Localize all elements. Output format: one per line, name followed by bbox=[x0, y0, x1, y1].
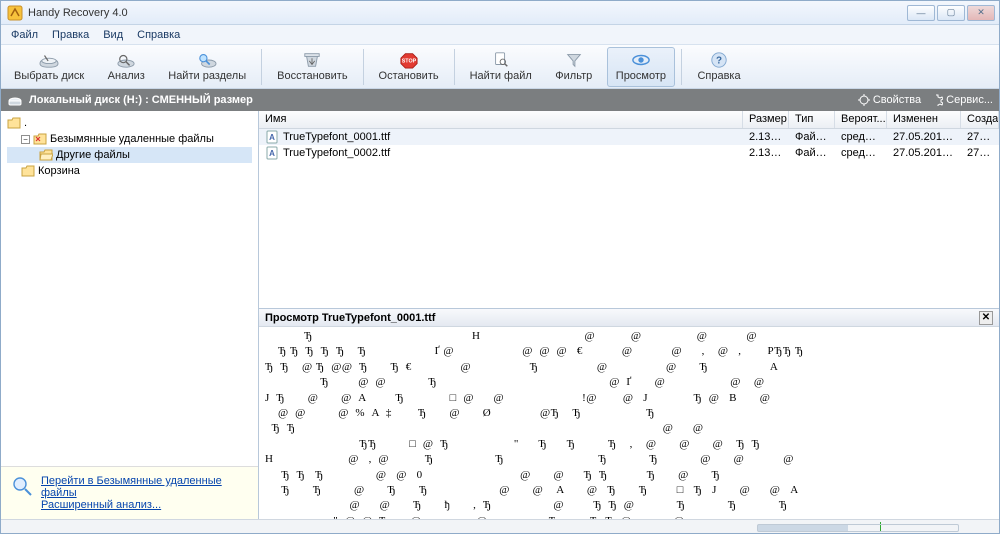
trash-icon bbox=[21, 165, 35, 177]
location-service[interactable]: Сервис... bbox=[931, 94, 993, 106]
folder-icon bbox=[7, 117, 21, 129]
location-text: Локальный диск (H:) : СМЕННЫЙ размер bbox=[29, 94, 253, 106]
col-cre[interactable]: Создан bbox=[961, 111, 999, 128]
tip-goto-link[interactable]: Перейти в Безымянные удаленные файлы bbox=[41, 475, 248, 499]
tree-root[interactable]: . bbox=[7, 115, 252, 131]
tip-advanced-link[interactable]: Расширенный анализ... bbox=[41, 499, 248, 511]
toolbar-filter[interactable]: Фильтр bbox=[543, 47, 605, 87]
location-bar: Локальный диск (H:) : СМЕННЫЙ размер Сво… bbox=[1, 89, 999, 111]
col-prob[interactable]: Вероят... bbox=[835, 111, 887, 128]
preview-titlebar: Просмотр TrueTypefont_0001.ttf ✕ bbox=[259, 309, 999, 327]
preview-content: Ђ Н @ @ @ @ Ђ Ђ Ђ Ђ Ђ Ђ Ґ @ @ @ bbox=[259, 327, 999, 519]
find-file-icon bbox=[490, 51, 512, 69]
svg-text:?: ? bbox=[716, 56, 722, 67]
folder-deleted-icon bbox=[33, 133, 47, 145]
font-file-icon: A bbox=[265, 130, 279, 144]
menu-file[interactable]: Файл bbox=[11, 29, 38, 41]
drive-icon bbox=[7, 92, 23, 108]
file-list-header: Имя Размер Тип Вероят... Изменен Создан bbox=[259, 111, 999, 129]
menubar: Файл Правка Вид Справка bbox=[1, 25, 999, 45]
toolbar-find-partitions[interactable]: Найти разделы bbox=[159, 47, 255, 87]
font-file-icon: A bbox=[265, 146, 279, 160]
col-mod[interactable]: Изменен bbox=[887, 111, 961, 128]
menu-help[interactable]: Справка bbox=[137, 29, 180, 41]
folder-open-icon bbox=[39, 149, 53, 161]
menu-edit[interactable]: Правка bbox=[52, 29, 89, 41]
svg-text:A: A bbox=[269, 149, 275, 158]
app-icon bbox=[7, 5, 23, 21]
analyze-icon bbox=[115, 51, 137, 69]
toolbar-recover[interactable]: Восстановить bbox=[268, 47, 356, 87]
col-size[interactable]: Размер bbox=[743, 111, 789, 128]
help-icon: ? bbox=[708, 51, 730, 69]
preview-title-text: Просмотр TrueTypefont_0001.ttf bbox=[265, 312, 435, 324]
partitions-icon bbox=[196, 51, 218, 69]
preview-close-button[interactable]: ✕ bbox=[979, 311, 993, 325]
window-title: Handy Recovery 4.0 bbox=[28, 7, 907, 19]
toolbar-about[interactable]: ? Справка bbox=[688, 47, 750, 87]
toolbar-stop[interactable]: STOP Остановить bbox=[370, 47, 448, 87]
col-name[interactable]: Имя bbox=[259, 111, 743, 128]
toolbar-preview[interactable]: Просмотр bbox=[607, 47, 675, 87]
folder-tree-panel: . − Безымянные удаленные файлы Другие фа… bbox=[1, 111, 259, 519]
window-controls: — ▢ ✕ bbox=[907, 5, 995, 21]
magnifier-icon bbox=[11, 475, 33, 497]
disk-icon bbox=[38, 51, 60, 69]
toolbar-select-disk[interactable]: Выбрать диск bbox=[5, 47, 93, 87]
file-row[interactable]: ATrueTypefont_0002.ttf2.13GBФайл ...сред… bbox=[259, 145, 999, 161]
svg-text:STOP: STOP bbox=[401, 59, 416, 65]
tip-panel: Перейти в Безымянные удаленные файлы Рас… bbox=[1, 466, 258, 519]
menu-view[interactable]: Вид bbox=[103, 29, 123, 41]
tree-unnamed-deleted[interactable]: − Безымянные удаленные файлы bbox=[7, 131, 252, 147]
recover-icon bbox=[301, 51, 323, 69]
file-list: ATrueTypefont_0001.ttf2.13GBФайл ...сред… bbox=[259, 129, 999, 309]
collapse-icon[interactable]: − bbox=[21, 135, 30, 144]
toolbar-analyze[interactable]: Анализ bbox=[95, 47, 157, 87]
col-type[interactable]: Тип bbox=[789, 111, 835, 128]
statusbar bbox=[1, 519, 999, 533]
toolbar: Выбрать диск Анализ Найти разделы Восста… bbox=[1, 45, 999, 89]
toolbar-find-file[interactable]: Найти файл bbox=[461, 47, 541, 87]
close-button[interactable]: ✕ bbox=[967, 5, 995, 21]
tree-trash[interactable]: Корзина bbox=[7, 163, 252, 179]
location-properties[interactable]: Свойства bbox=[858, 94, 921, 106]
filter-icon bbox=[563, 51, 585, 69]
stop-icon: STOP bbox=[398, 51, 420, 69]
maximize-button[interactable]: ▢ bbox=[937, 5, 965, 21]
svg-text:A: A bbox=[269, 133, 275, 142]
file-row[interactable]: ATrueTypefont_0001.ttf2.13GBФайл ...сред… bbox=[259, 129, 999, 145]
titlebar: Handy Recovery 4.0 — ▢ ✕ bbox=[1, 1, 999, 25]
app-window: Handy Recovery 4.0 — ▢ ✕ Файл Правка Вид… bbox=[0, 0, 1000, 534]
minimize-button[interactable]: — bbox=[907, 5, 935, 21]
preview-icon bbox=[630, 51, 652, 69]
tree-other-files[interactable]: Другие файлы bbox=[7, 147, 252, 163]
